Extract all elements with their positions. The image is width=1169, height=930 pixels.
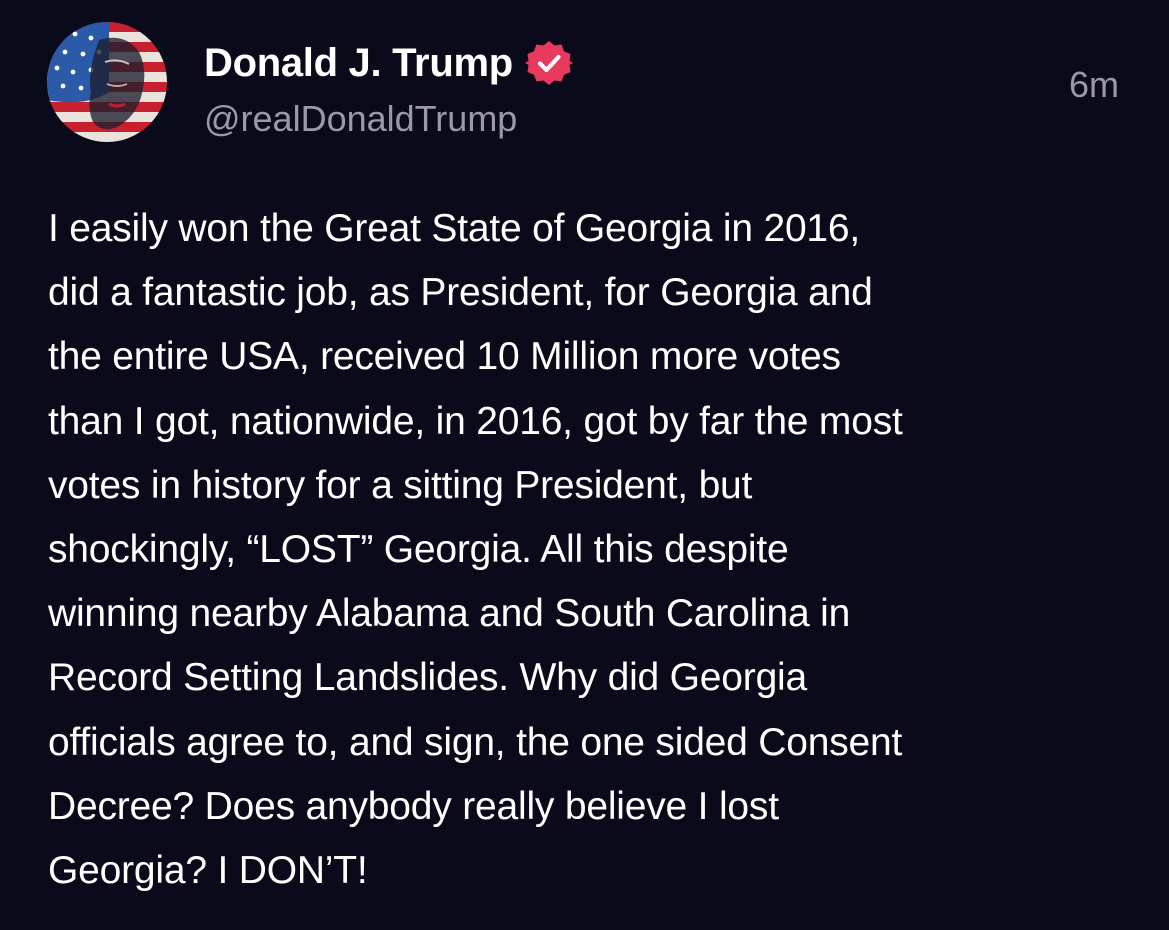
post-timestamp[interactable]: 6m: [1069, 64, 1119, 106]
author-name-row: Donald J. Trump: [204, 38, 573, 88]
post-body-line: Record Setting Landslides. Why did Georg…: [48, 656, 808, 700]
post-body-line: Decree? Does anybody really believe I lo…: [48, 784, 779, 828]
post-body: I easily won the Great State of Georgia …: [48, 197, 1148, 903]
post-body-line: Georgia? I DON’T!: [48, 849, 368, 893]
author-display-name[interactable]: Donald J. Trump: [204, 41, 513, 86]
post-body-line: winning nearby Alabama and South Carolin…: [48, 592, 851, 636]
post-body-line: shockingly, “LOST” Georgia. All this des…: [48, 528, 789, 572]
post-body-line: did a fantastic job, as President, for G…: [48, 271, 873, 315]
avatar[interactable]: [47, 22, 167, 142]
avatar-image: [47, 22, 167, 142]
post-body-line: than I got, nationwide, in 2016, got by …: [48, 399, 903, 443]
post-body-line: officials agree to, and sign, the one si…: [48, 720, 903, 764]
verified-badge-icon: [524, 39, 573, 87]
author-handle[interactable]: @realDonaldTrump: [204, 98, 517, 140]
post-body-line: votes in history for a sitting President…: [48, 463, 753, 507]
post-body-line: I easily won the Great State of Georgia …: [48, 207, 861, 250]
post-body-line: the entire USA, received 10 Million more…: [48, 335, 841, 379]
post-card: Donald J. Trump @realDonaldTrump 6m I ea…: [0, 0, 1169, 930]
